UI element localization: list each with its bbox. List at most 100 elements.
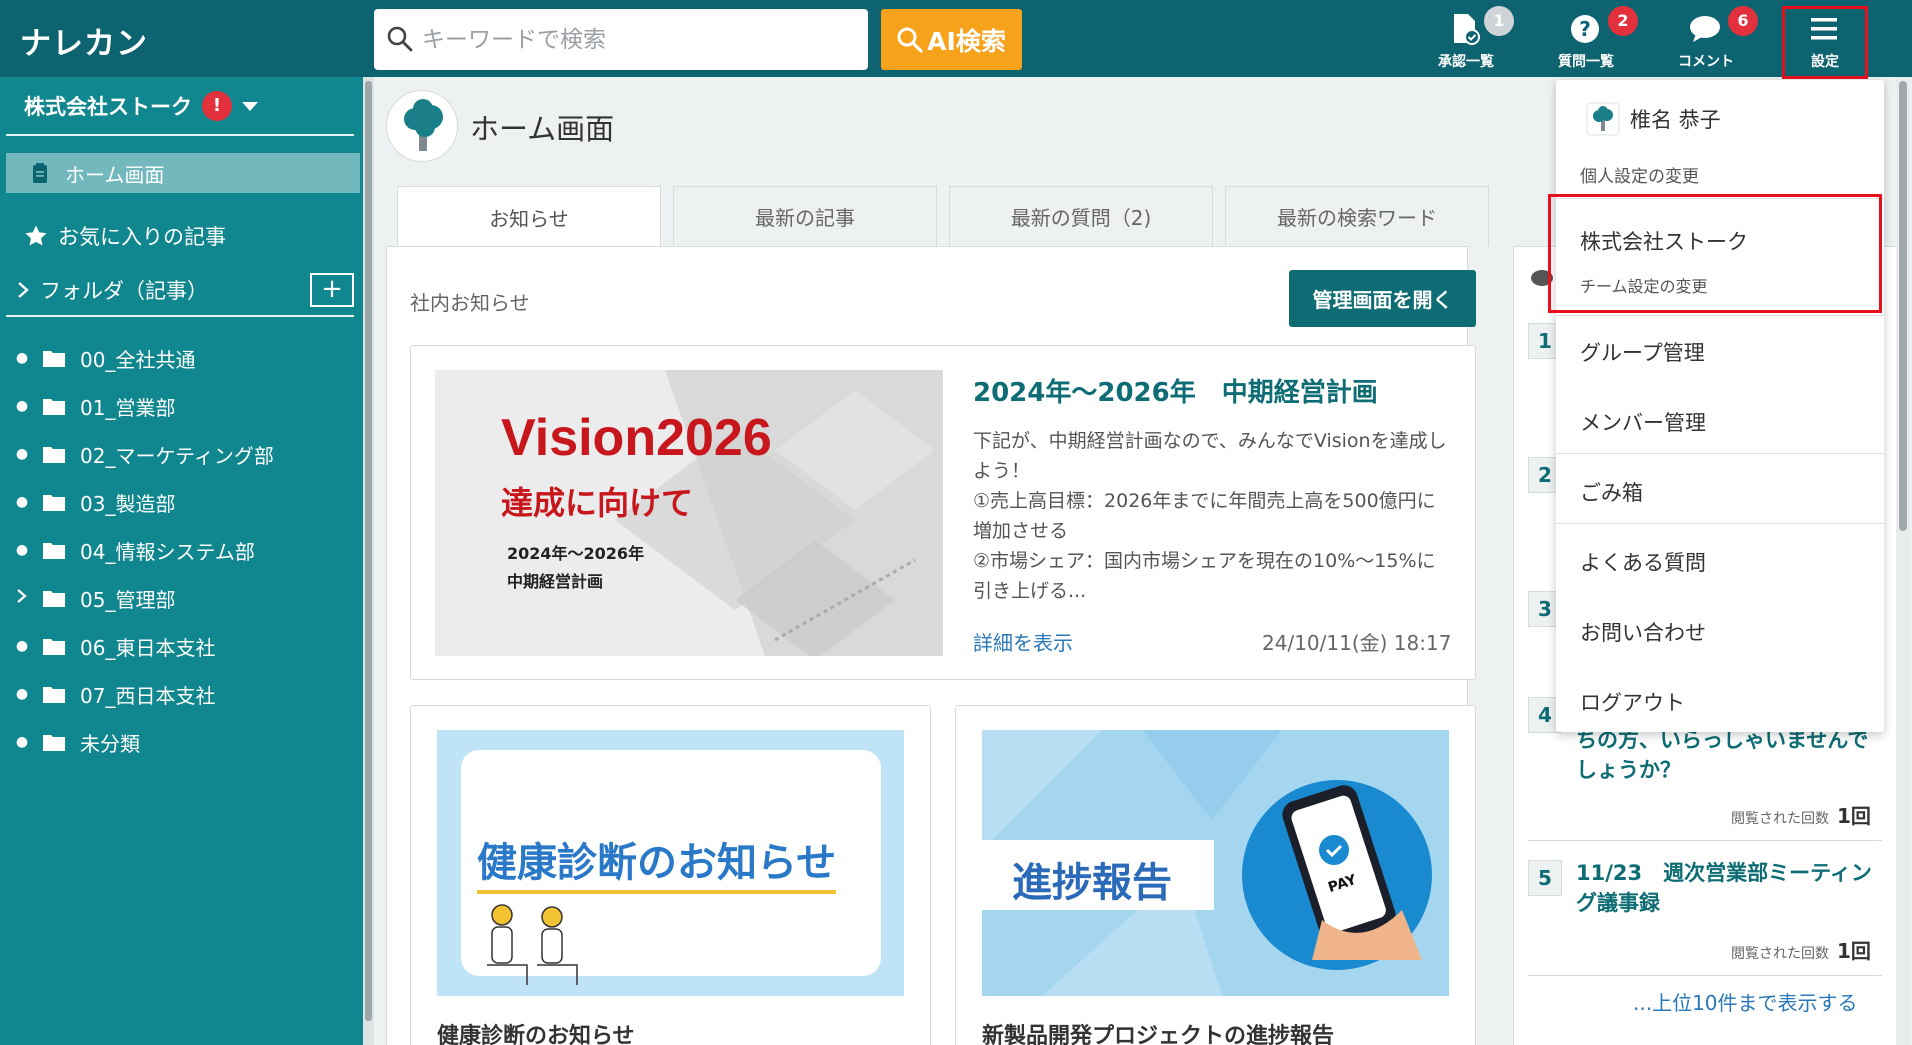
document-check-icon xyxy=(1454,14,1480,45)
progress-banner-text: 進捗報告 xyxy=(1012,860,1172,906)
sidebar-item-home-label: ホーム画面 xyxy=(65,162,165,187)
featured-notice-date: 24/10/11(金) 18:17 xyxy=(1262,631,1452,655)
page-scrollbar-thumb[interactable] xyxy=(1899,81,1907,531)
search-box[interactable] xyxy=(374,9,868,70)
sidebar-item-favorites-label: お気に入りの記事 xyxy=(58,225,226,249)
tab-notices[interactable]: お知らせ xyxy=(397,186,661,247)
featured-notice-body: 下記が、中期経営計画なので、みんなでVisionを達成しよう！ ①売上高目標：2… xyxy=(973,430,1447,602)
view-count-value: 1回 xyxy=(1837,939,1871,963)
ai-search-button[interactable]: AI検索 xyxy=(881,9,1022,70)
comments-count-badge: 6 xyxy=(1728,6,1758,36)
menu-item-member-management[interactable]: メンバー管理 xyxy=(1580,407,1706,437)
sidebar-item-favorites[interactable]: お気に入りの記事 xyxy=(24,221,226,251)
company-name: 株式会社ストーク xyxy=(24,95,192,119)
svg-text:?: ? xyxy=(1579,17,1591,41)
rank-number: 5 xyxy=(1528,860,1562,896)
menu-item-logout[interactable]: ログアウト xyxy=(1580,687,1685,717)
search-icon xyxy=(387,26,413,52)
folder-item[interactable]: ● 01_営業部 xyxy=(14,382,354,430)
folder-icon xyxy=(43,639,65,655)
ranking-item-title[interactable]: ちの方、いらっしゃいませんでしょうか？ xyxy=(1576,725,1886,785)
folder-item[interactable]: ● 02_マーケティング部 xyxy=(14,430,354,478)
sidebar-divider xyxy=(6,315,354,317)
banner-subtitle: 達成に向けて xyxy=(501,484,694,522)
folder-name: 00_全社共通 xyxy=(80,347,196,372)
alert-badge: ! xyxy=(202,91,232,121)
notice-card-title[interactable]: 新製品開発プロジェクトの進捗報告 xyxy=(982,1018,1334,1045)
menu-item-trash[interactable]: ごみ箱 xyxy=(1580,477,1643,507)
folders-toggle[interactable]: フォルダ（記事） xyxy=(16,275,208,305)
company-switcher[interactable]: 株式会社ストーク ! xyxy=(24,91,258,121)
ai-search-label: AI検索 xyxy=(927,26,1006,56)
folders-heading: フォルダ（記事） xyxy=(40,279,208,303)
search-input[interactable] xyxy=(422,9,852,70)
folder-name: 06_東日本支社 xyxy=(80,635,216,660)
folder-item[interactable]: ● 03_製造部 xyxy=(14,478,354,526)
star-icon xyxy=(25,225,47,246)
menu-item-faq[interactable]: よくある質問 xyxy=(1580,547,1706,577)
show-top-10-link[interactable]: ...上位10件まで表示する xyxy=(1633,987,1858,1016)
comment-icon xyxy=(1690,16,1720,42)
search-icon xyxy=(897,27,923,53)
folder-name: 01_営業部 xyxy=(80,395,176,420)
menu-item-group-management[interactable]: グループ管理 xyxy=(1580,337,1705,367)
ranking-divider xyxy=(1528,975,1882,976)
folder-item[interactable]: ● 06_東日本支社 xyxy=(14,622,354,670)
ranking-divider xyxy=(1528,840,1882,841)
sidebar: 株式会社ストーク ! ホーム画面 お気に入りの記事 フォルダ（記事） + ● 00… xyxy=(0,77,374,1045)
question-icon: ? xyxy=(1571,15,1599,43)
folder-name: 未分類 xyxy=(80,731,140,756)
folder-item[interactable]: 05_管理部 xyxy=(14,574,354,622)
page-avatar xyxy=(386,90,458,162)
tab-latest-questions[interactable]: 最新の質問（2) xyxy=(949,186,1213,246)
folder-icon xyxy=(43,735,65,751)
tab-latest-search-words[interactable]: 最新の検索ワード xyxy=(1225,186,1489,246)
menu-divider xyxy=(1556,315,1884,316)
settings-highlight-box xyxy=(1782,6,1868,79)
bullet-icon: ● xyxy=(15,734,29,750)
view-count-label: 閲覧された回数 xyxy=(1731,811,1829,827)
folder-icon xyxy=(43,495,65,511)
doctor-illustration-icon xyxy=(487,904,578,985)
folder-name: 07_西日本支社 xyxy=(80,683,216,708)
featured-notice-title[interactable]: 2024年〜2026年 中期経営計画 xyxy=(973,372,1378,409)
sidebar-scrollbar[interactable] xyxy=(363,77,374,1045)
sidebar-scrollbar-thumb[interactable] xyxy=(365,81,372,1021)
add-folder-button[interactable]: + xyxy=(310,273,354,307)
user-avatar xyxy=(1586,102,1620,136)
clipboard-icon xyxy=(33,163,47,183)
ranking-item-title[interactable]: 11/23 週次営業部ミーティング議事録 xyxy=(1576,858,1886,918)
bullet-icon: ● xyxy=(15,398,29,414)
folder-item[interactable]: ● 未分類 xyxy=(14,718,354,766)
menu-item-contact[interactable]: お問い合わせ xyxy=(1580,617,1706,647)
folder-item[interactable]: ● 04_情報システム部 xyxy=(14,526,354,574)
folder-name: 02_マーケティング部 xyxy=(80,443,274,468)
folder-item[interactable]: ● 00_全社共通 xyxy=(14,334,354,382)
folder-icon xyxy=(43,447,65,463)
chevron-right-icon[interactable] xyxy=(14,588,30,608)
notice-card-title[interactable]: 健康診断のお知らせ xyxy=(437,1018,635,1045)
folder-name: 03_製造部 xyxy=(80,491,176,516)
user-profile-item[interactable]: 椎名 恭子 xyxy=(1586,102,1721,136)
view-count-value: 1回 xyxy=(1837,804,1871,828)
progress-report-image[interactable]: 進捗報告 PAY xyxy=(982,730,1449,996)
bullet-icon: ● xyxy=(15,638,29,654)
personal-settings-link[interactable]: 個人設定の変更 xyxy=(1580,162,1699,187)
user-name: 椎名 恭子 xyxy=(1630,108,1721,132)
app-logo[interactable]: ナレカン xyxy=(20,18,148,63)
sidebar-item-home[interactable]: ホーム画面 xyxy=(6,153,360,193)
bullet-icon: ● xyxy=(15,494,29,510)
show-details-link[interactable]: 詳細を表示 xyxy=(973,627,1073,656)
open-admin-button[interactable]: 管理画面を開く xyxy=(1289,270,1476,327)
nav-approvals-label: 承認一覧 xyxy=(1438,54,1494,70)
nav-questions[interactable]: ? 質問一覧 2 xyxy=(1538,6,1638,72)
health-check-image[interactable]: 健康診断のお知らせ xyxy=(437,730,904,996)
view-count: 閲覧された回数 1回 xyxy=(1731,935,1871,964)
banner-title: Vision2026 xyxy=(501,409,772,467)
page-scrollbar[interactable] xyxy=(1896,77,1910,1045)
tab-latest-articles[interactable]: 最新の記事 xyxy=(673,186,937,246)
nav-comments[interactable]: コメント 6 xyxy=(1658,6,1758,72)
nav-approvals[interactable]: 承認一覧 1 xyxy=(1418,6,1514,72)
featured-notice-image[interactable]: Vision2026 達成に向けて 2024年〜2026年 中期経営計画 xyxy=(435,370,943,656)
folder-item[interactable]: ● 07_西日本支社 xyxy=(14,670,354,718)
